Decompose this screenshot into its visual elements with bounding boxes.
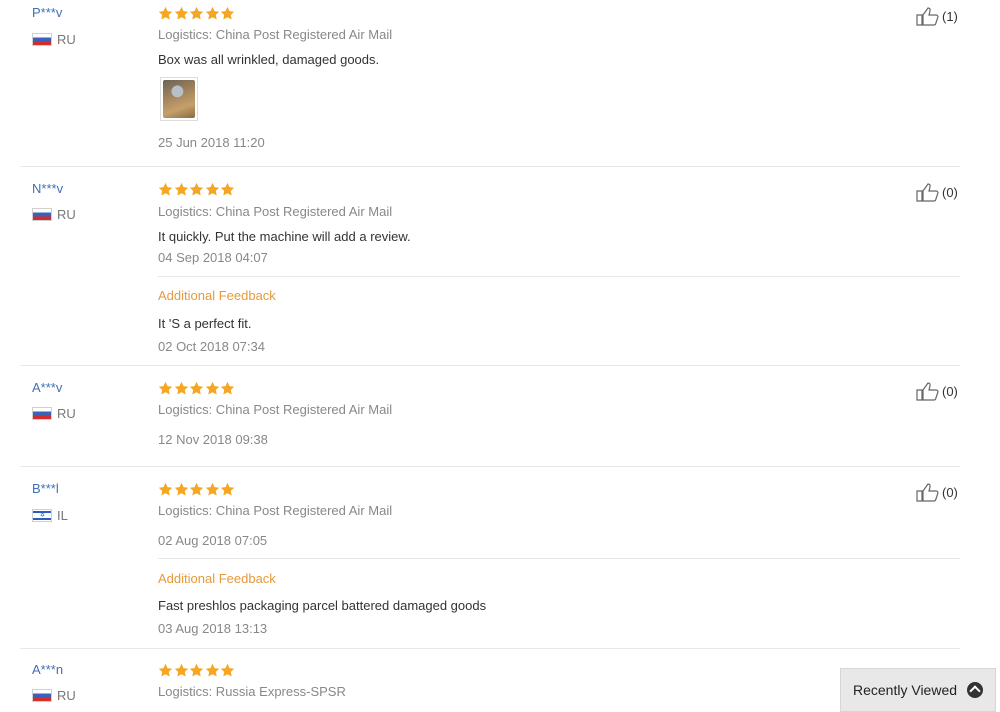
star-icon (158, 6, 173, 20)
reviewer-country: RU (32, 406, 76, 421)
review-divider (20, 365, 960, 366)
star-icon (189, 663, 204, 677)
thumbs-up-icon (916, 7, 939, 26)
additional-feedback-label: Additional Feedback (158, 288, 276, 303)
star-icon (174, 482, 188, 496)
helpful-count: (0) (942, 383, 958, 399)
recently-viewed-button[interactable]: Recently Viewed (840, 668, 996, 712)
star-icon (205, 6, 219, 20)
additional-feedback-comment: It 'S a perfect fit. (158, 316, 252, 331)
country-code: IL (57, 508, 68, 523)
feedback-divider (158, 276, 960, 277)
review-divider (20, 648, 960, 649)
reviewer-name[interactable]: A***n (32, 662, 63, 677)
reviewer-name[interactable]: B***l (32, 481, 59, 496)
logistics-info: Logistics: China Post Registered Air Mai… (158, 27, 393, 42)
review-date: 04 Sep 2018 04:07 (158, 250, 268, 265)
chevron-up-icon (967, 682, 984, 698)
star-icon (205, 482, 219, 496)
star-icon (189, 381, 204, 395)
country-code: RU (57, 32, 76, 47)
logistics-info: Logistics: China Post Registered Air Mai… (158, 503, 393, 518)
star-icon (158, 182, 173, 196)
star-icon (205, 381, 219, 395)
feedback-divider (158, 558, 960, 559)
thumbs-up-icon (916, 183, 939, 202)
star-icon (220, 182, 235, 196)
star-icon (220, 663, 235, 677)
star-icon (158, 482, 173, 496)
star-icon (174, 182, 188, 196)
reviewer-country: RU (32, 32, 76, 47)
additional-feedback-comment: Fast preshlos packaging parcel battered … (158, 598, 487, 613)
helpful-button[interactable]: (0) (916, 482, 958, 502)
helpful-button[interactable]: (0) (916, 182, 958, 202)
review-photo (163, 80, 195, 118)
il-flag-icon: ✡ (32, 509, 52, 522)
review-date: 12 Nov 2018 09:38 (158, 432, 268, 447)
logistics-info: Logistics: China Post Registered Air Mai… (158, 204, 393, 219)
review-comment: Box was all wrinkled, damaged goods. (158, 52, 380, 67)
additional-feedback-date: 02 Oct 2018 07:34 (158, 339, 265, 354)
star-icon (220, 482, 235, 496)
star-icon (158, 381, 173, 395)
reviewer-name[interactable]: N***v (32, 181, 63, 196)
star-rating (158, 182, 236, 196)
helpful-count: (0) (942, 484, 958, 500)
reviewer-country: ✡ IL (32, 508, 68, 523)
ru-flag-icon (32, 689, 52, 702)
star-icon (174, 663, 188, 677)
star-rating (158, 6, 236, 20)
review-photo-thumbnail[interactable] (160, 77, 198, 121)
helpful-count: (0) (942, 184, 958, 200)
review-divider (20, 166, 960, 167)
star-icon (220, 6, 235, 20)
country-code: RU (57, 207, 76, 222)
additional-feedback-date: 03 Aug 2018 13:13 (158, 621, 268, 636)
star-icon (205, 663, 219, 677)
logistics-info: Logistics: Russia Express-SPSR (158, 684, 346, 699)
star-rating (158, 482, 236, 496)
logistics-info: Logistics: China Post Registered Air Mai… (158, 402, 393, 417)
reviewer-country: RU (32, 207, 76, 222)
ru-flag-icon (32, 33, 52, 46)
review-date: 02 Aug 2018 07:05 (158, 533, 268, 548)
star-icon (174, 6, 188, 20)
ru-flag-icon (32, 407, 52, 420)
star-icon (158, 663, 173, 677)
review-date: 25 Jun 2018 11:20 (158, 135, 265, 150)
recently-viewed-label: Recently Viewed (853, 682, 958, 698)
thumbs-up-icon (916, 483, 939, 502)
star-icon (174, 381, 188, 395)
review-divider (20, 466, 960, 467)
reviewer-name[interactable]: A***v (32, 380, 62, 395)
country-code: RU (57, 406, 76, 421)
reviewer-name[interactable]: P***v (32, 5, 62, 20)
thumbs-up-icon (916, 382, 939, 401)
helpful-button[interactable]: (1) (916, 6, 958, 26)
country-code: RU (57, 688, 76, 703)
review-comment: It quickly. Put the machine will add a r… (158, 229, 411, 244)
star-rating (158, 663, 236, 677)
helpful-button[interactable]: (0) (916, 381, 958, 401)
star-icon (220, 381, 235, 395)
ru-flag-icon (32, 208, 52, 221)
star-icon (205, 182, 219, 196)
star-icon (189, 482, 204, 496)
star-icon (189, 6, 204, 20)
additional-feedback-label: Additional Feedback (158, 571, 276, 586)
reviewer-country: RU (32, 688, 76, 703)
star-rating (158, 381, 236, 395)
helpful-count: (1) (942, 8, 958, 24)
star-icon (189, 182, 204, 196)
